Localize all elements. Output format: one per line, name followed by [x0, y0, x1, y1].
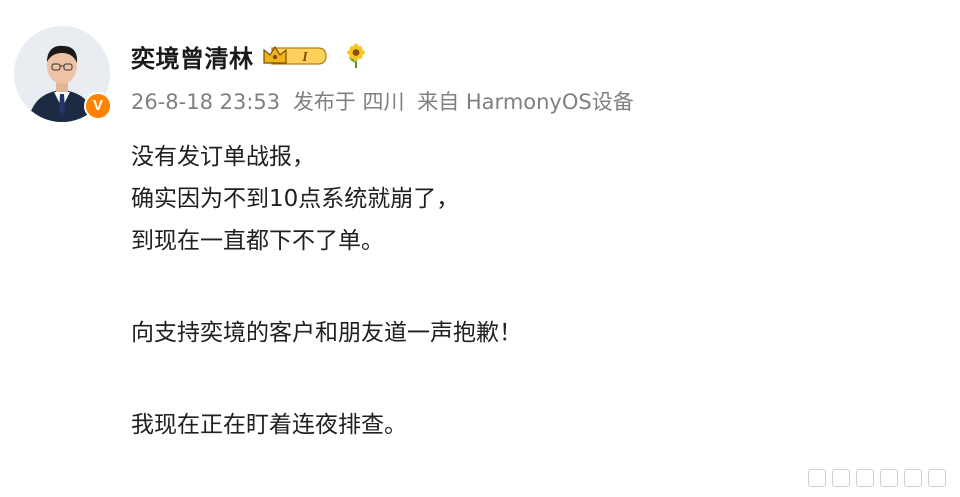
watermark-square-icon	[904, 469, 922, 487]
verified-v-icon: V	[84, 92, 112, 120]
content-line: 没有发订单战报，	[131, 144, 315, 170]
vip-crown-badge-icon[interactable]: I	[262, 43, 328, 69]
vip-level-label: I	[301, 50, 308, 65]
sunflower-icon	[344, 43, 368, 69]
watermark-icon	[808, 469, 946, 487]
watermark-square-icon	[808, 469, 826, 487]
watermark-square-icon	[856, 469, 874, 487]
watermark-square-icon	[928, 469, 946, 487]
watermark-square-icon	[880, 469, 898, 487]
watermark-square-icon	[832, 469, 850, 487]
post-location: 发布于 四川	[292, 90, 405, 114]
post-meta: 26-8-18 23:53 发布于 四川 来自 HarmonyOS设备	[131, 86, 640, 116]
weibo-post: V 奕境曾清林 I 26-8-18 23:53 发布于 四川 来自 Harmon…	[0, 0, 960, 497]
post-content: 没有发订单战报， 确实因为不到10点系统就崩了， 到现在一直都下不了单。 向支持…	[131, 136, 911, 446]
vip-crown-badge-graphic: I	[262, 45, 327, 65]
post-source: 来自 HarmonyOS设备	[417, 90, 634, 114]
content-line: 我现在正在盯着连夜排查。	[131, 412, 407, 438]
author-avatar-container[interactable]: V	[14, 26, 112, 122]
content-line: 确实因为不到10点系统就崩了，	[131, 186, 460, 212]
author-name[interactable]: 奕境曾清林	[131, 39, 254, 74]
verified-glyph: V	[92, 97, 103, 114]
content-line: 到现在一直都下不了单。	[131, 228, 384, 254]
content-line: 向支持奕境的客户和朋友道一声抱歉！	[131, 320, 522, 346]
author-name-row: 奕境曾清林 I	[131, 38, 368, 74]
post-timestamp[interactable]: 26-8-18 23:53	[131, 90, 280, 114]
